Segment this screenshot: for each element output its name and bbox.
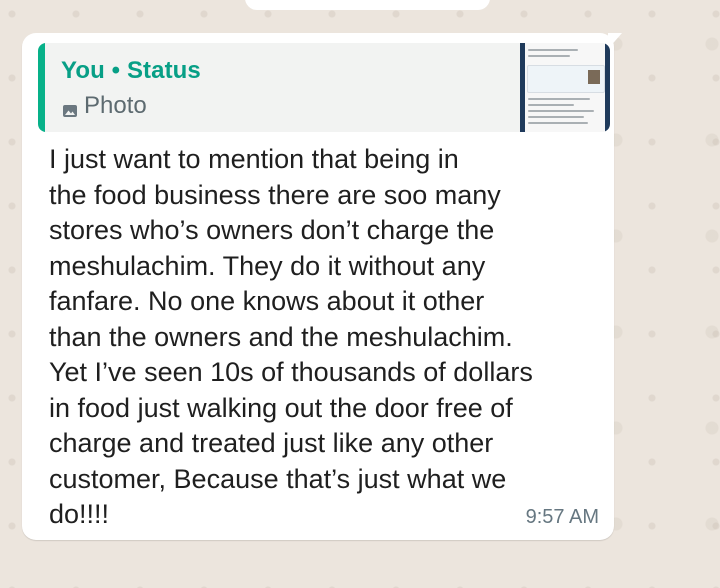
message-line: in food just walking out the door free o… bbox=[49, 392, 513, 423]
thumbnail-text-line bbox=[528, 104, 574, 106]
thumbnail-right-border bbox=[605, 43, 610, 132]
thumbnail-card-image bbox=[588, 70, 600, 84]
thumbnail-text-line bbox=[528, 98, 590, 100]
message-line: the food business there are soo many bbox=[49, 179, 501, 210]
thumbnail-left-border bbox=[520, 43, 525, 132]
thumbnail-text-line bbox=[528, 49, 578, 51]
message-line: meshulachim. They do it without any bbox=[49, 250, 486, 281]
thumbnail-text-line bbox=[528, 55, 570, 57]
thumbnail-text-line bbox=[528, 116, 584, 118]
message-line: fanfare. No one knows about it other bbox=[49, 286, 485, 316]
message-line: than the owners and the meshulachim. bbox=[49, 321, 513, 352]
status-thumbnail[interactable] bbox=[520, 43, 610, 132]
message-line: Yet I’ve seen 10s of thousands of dollar… bbox=[49, 357, 533, 387]
quote-separator: • bbox=[111, 57, 121, 84]
message-text: I just want to mention that being in the… bbox=[49, 142, 604, 533]
quote-title: You • Status bbox=[61, 57, 201, 85]
message-bubble-tail bbox=[608, 33, 622, 49]
quote-sender: You bbox=[61, 57, 105, 84]
message-line: customer, Because that’s just what we bbox=[49, 463, 507, 494]
thumbnail-text-line bbox=[528, 110, 594, 112]
quote-media-row: Photo bbox=[62, 92, 147, 120]
message-line: do!!!! bbox=[49, 499, 110, 529]
thumbnail-card bbox=[527, 65, 605, 93]
quote-accent-bar bbox=[38, 43, 45, 132]
photo-icon bbox=[62, 98, 78, 117]
message-line: stores who’s owners don’t charge the bbox=[49, 215, 495, 245]
status-reply-quote[interactable]: You • Status Photo bbox=[38, 43, 610, 132]
previous-message-bubble[interactable] bbox=[245, 0, 490, 10]
message-line: charge and treated just like any other bbox=[49, 428, 494, 458]
message-line: I just want to mention that being in bbox=[49, 144, 459, 174]
quote-media-label: Photo bbox=[84, 92, 147, 119]
quote-context: Status bbox=[126, 57, 201, 84]
thumbnail-text-line bbox=[528, 122, 588, 124]
message-timestamp: 9:57 AM bbox=[525, 506, 599, 528]
